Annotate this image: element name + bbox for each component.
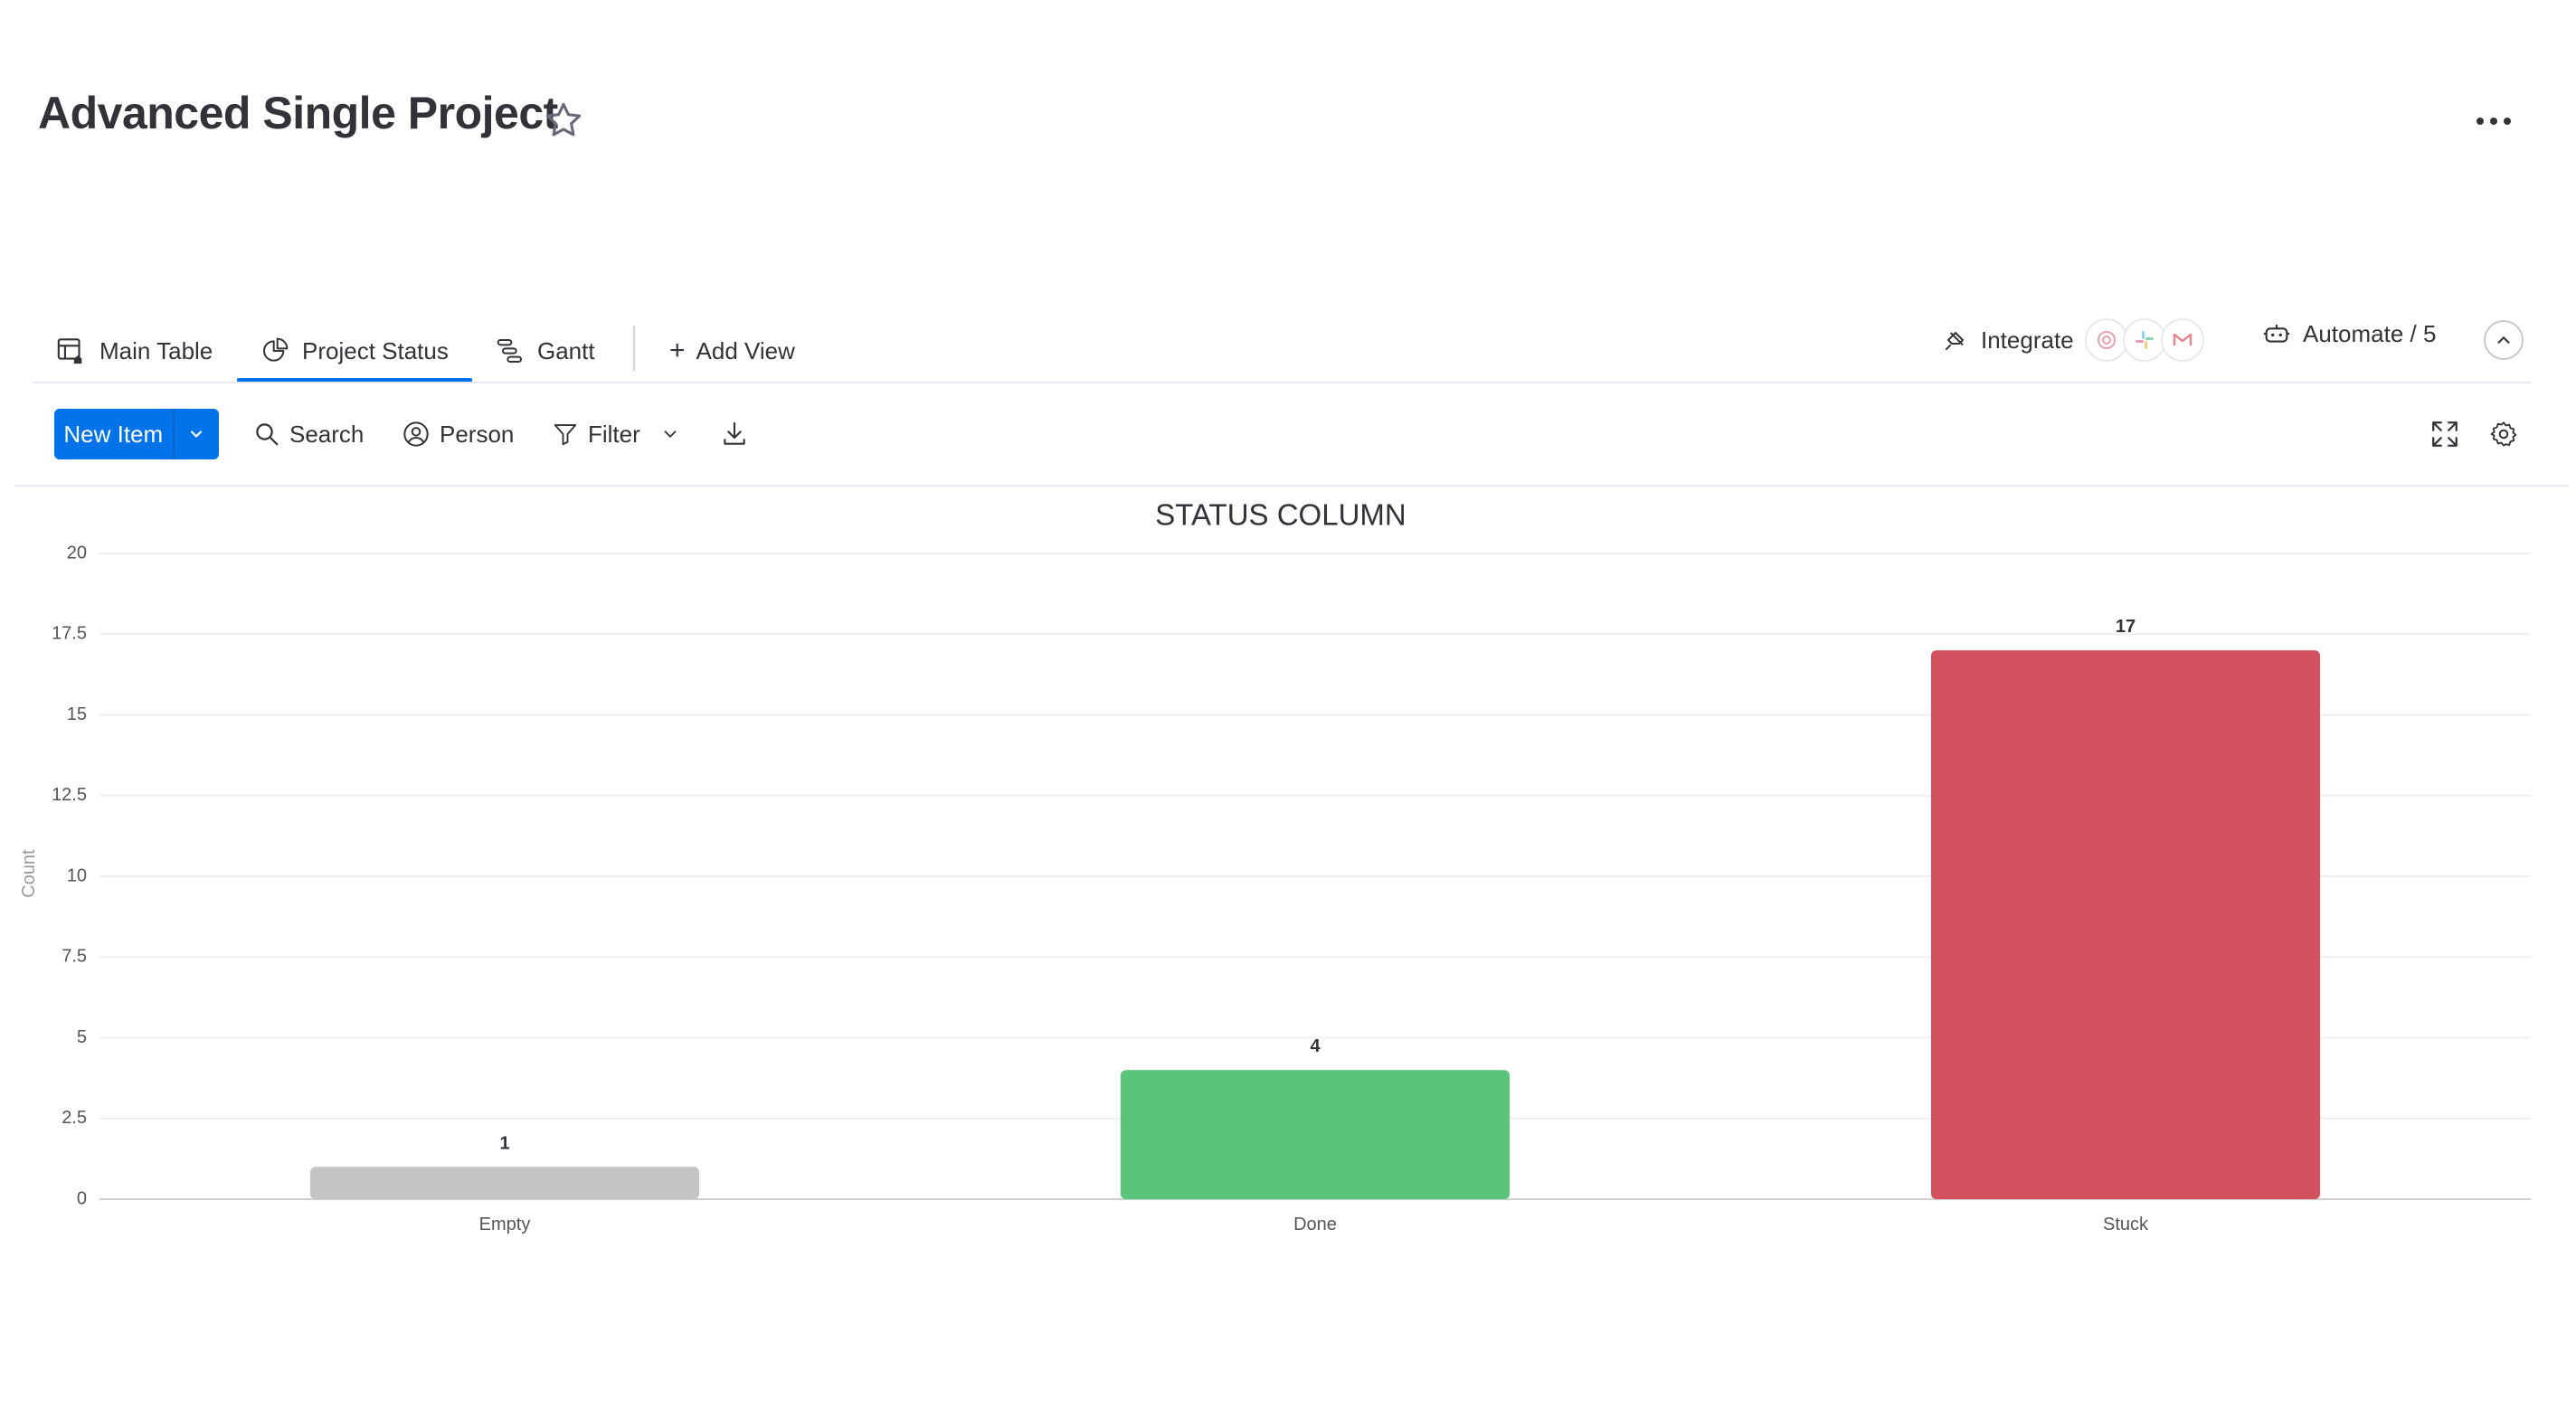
expand-icon xyxy=(2432,421,2458,447)
y-tick-label: 5 xyxy=(77,1027,87,1047)
tab-main-table[interactable]: Main Table xyxy=(56,322,213,380)
person-icon xyxy=(403,421,429,447)
bar-empty xyxy=(309,1167,700,1199)
status-bar-chart: STATUS COLUMN Count 0 2.5 5 7.5 10 12.5 15 17.5… xyxy=(19,498,2531,1234)
app-integration-icon xyxy=(2084,318,2128,362)
chevron-down-icon[interactable] xyxy=(660,424,680,444)
plus-icon: + xyxy=(669,336,686,365)
table-home-icon xyxy=(57,338,82,364)
data-label: 4 xyxy=(1310,1036,1321,1056)
star-icon[interactable] xyxy=(543,99,584,141)
y-tick-label: 0 xyxy=(77,1188,87,1208)
integration-icons xyxy=(2084,318,2204,362)
filter-label: Filter xyxy=(588,420,640,448)
tab-divider xyxy=(633,326,635,371)
x-tick-label: Empty xyxy=(479,1215,531,1234)
gantt-icon xyxy=(497,339,522,363)
y-tick-label: 2.5 xyxy=(62,1108,87,1128)
download-icon xyxy=(724,421,745,445)
chevron-up-icon xyxy=(2497,336,2510,344)
settings-button[interactable] xyxy=(2489,409,2527,459)
gear-icon xyxy=(2490,421,2517,447)
add-view-button[interactable]: + Add View xyxy=(669,322,795,380)
data-label: 1 xyxy=(499,1133,509,1153)
slack-icon xyxy=(2122,318,2166,362)
automate-button[interactable]: Automate / 5 xyxy=(2261,318,2436,349)
y-tick-label: 7.5 xyxy=(62,947,87,967)
fullscreen-button[interactable] xyxy=(2429,409,2469,459)
more-options-icon[interactable] xyxy=(2471,105,2516,137)
y-axis-label: Count xyxy=(19,849,39,898)
x-tick-label: Done xyxy=(1293,1215,1337,1234)
y-tick-label: 17.5 xyxy=(52,624,87,644)
integrate-label: Integrate xyxy=(1981,326,2074,354)
y-tick-label: 15 xyxy=(67,704,87,724)
automate-label: Automate / 5 xyxy=(2303,319,2437,347)
person-label: Person xyxy=(440,420,515,448)
new-item-label[interactable]: New Item xyxy=(54,409,173,459)
new-item-button[interactable]: New Item xyxy=(54,409,219,459)
bar-done xyxy=(1120,1070,1511,1199)
tab-label: Main Table xyxy=(99,336,213,364)
person-filter-button[interactable]: Person xyxy=(402,409,514,459)
y-tick-label: 12.5 xyxy=(52,785,87,805)
search-label: Search xyxy=(289,420,365,448)
tab-gantt[interactable]: Gantt xyxy=(496,322,595,380)
chart-title: STATUS COLUMN xyxy=(1155,498,1406,532)
tab-project-status[interactable]: Project Status xyxy=(260,322,449,380)
bar-stuck xyxy=(1930,650,2321,1199)
x-tick-label: Stuck xyxy=(2103,1215,2149,1234)
filter-button[interactable]: Filter xyxy=(552,409,689,459)
y-tick-label: 10 xyxy=(67,865,87,885)
board-title[interactable]: Advanced Single Project xyxy=(38,87,558,139)
integrate-button[interactable]: Integrate xyxy=(1941,318,2204,362)
tab-label: Gantt xyxy=(537,336,595,364)
robot-icon xyxy=(2263,325,2290,343)
tab-label: Project Status xyxy=(302,336,449,364)
tabs-divider xyxy=(33,382,2531,383)
search-icon xyxy=(256,423,279,446)
chevron-down-icon xyxy=(191,430,203,438)
y-tick-label: 20 xyxy=(67,543,87,563)
chart-pie-icon xyxy=(263,337,289,362)
new-item-dropdown[interactable] xyxy=(172,409,219,459)
data-label: 17 xyxy=(2116,617,2136,637)
collapse-header-button[interactable] xyxy=(2484,320,2524,360)
export-button[interactable] xyxy=(720,409,758,459)
search-button[interactable]: Search xyxy=(253,409,364,459)
toolbar-divider xyxy=(14,485,2569,487)
add-view-label: Add View xyxy=(696,336,795,364)
gmail-icon xyxy=(2160,318,2204,362)
plug-icon xyxy=(1945,332,1964,351)
filter-icon xyxy=(554,424,577,446)
